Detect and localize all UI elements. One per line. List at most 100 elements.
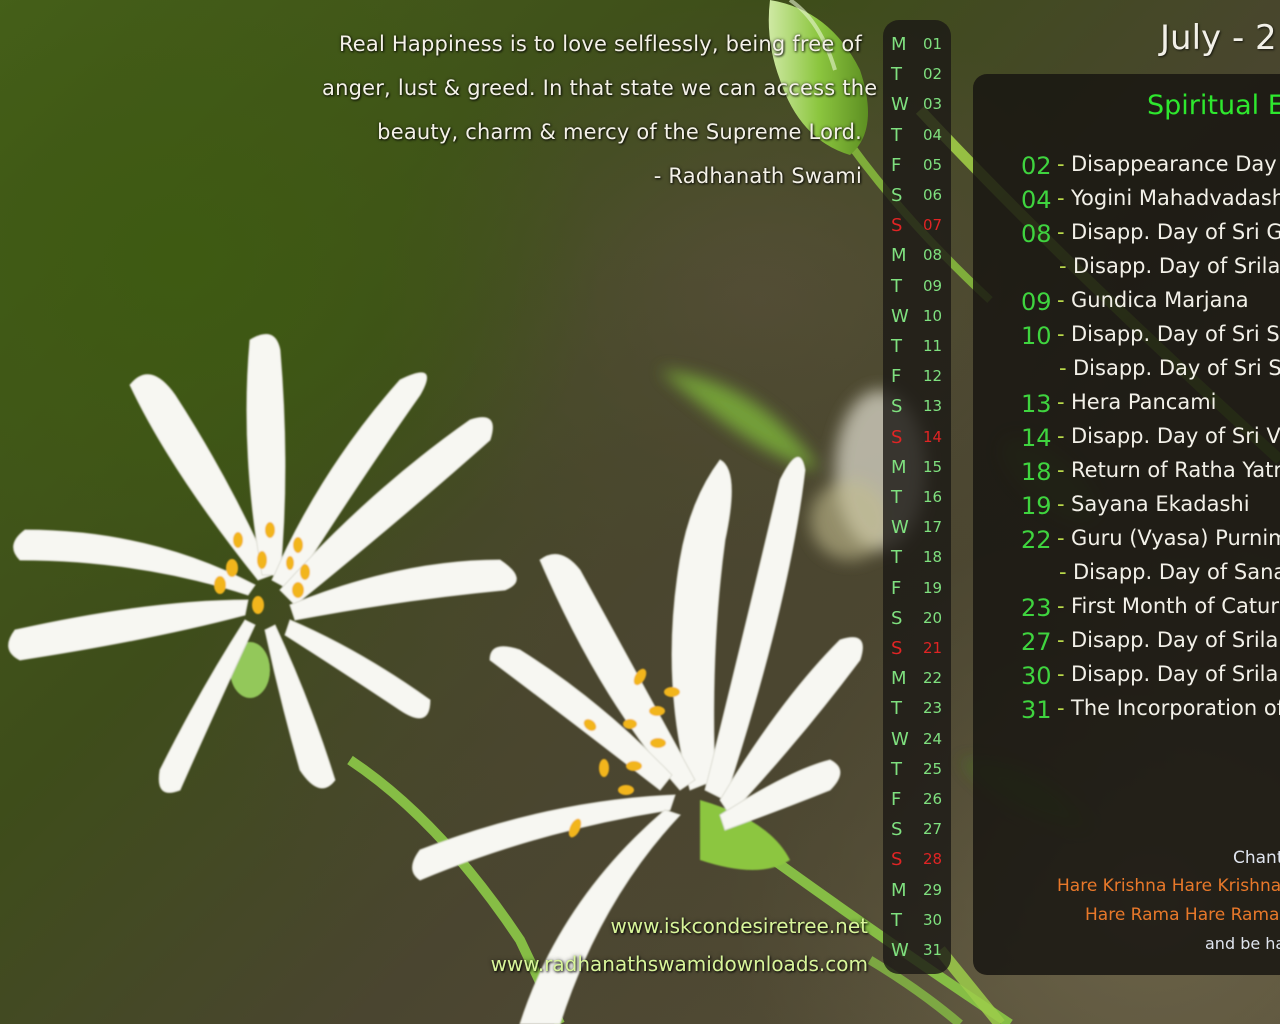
mantra-line-2: Hare Rama Hare Rama Ram <box>1085 905 1280 925</box>
event-item: 04- Yogini Mahadvadashi <box>973 184 1280 218</box>
event-separator: - <box>1057 152 1065 176</box>
day-number: 26 <box>923 790 943 808</box>
event-date: 09 <box>1021 288 1052 316</box>
event-item: 19- Sayana Ekadashi <box>973 490 1280 524</box>
day-row: T 11 <box>883 330 951 360</box>
day-number: 06 <box>923 186 943 204</box>
event-date: 18 <box>1021 458 1052 486</box>
day-number: 15 <box>923 457 943 476</box>
event-name: Disapp. Day of Srila Gop <box>1071 628 1280 652</box>
event-name: Disapp. Day of Srila Lok <box>1071 662 1280 686</box>
weekday-letter: W <box>891 305 909 327</box>
event-date: 27 <box>1021 628 1052 656</box>
event-separator: - <box>1057 424 1065 448</box>
day-number: 05 <box>923 155 943 174</box>
day-row: F 05 <box>883 149 951 179</box>
day-number: 07 <box>923 216 943 235</box>
day-number: 08 <box>923 246 943 265</box>
event-item: 27-Disapp. Day of Srila Gop <box>973 626 1280 660</box>
event-item: 08-Disapp. Day of Sri Gada <box>973 218 1280 252</box>
event-item: 31-The Incorporation of ISK <box>973 694 1280 728</box>
website-link-radhanathswamidownloads: www.radhanathswamidownloads.com <box>490 952 868 976</box>
day-number: 16 <box>923 488 943 506</box>
right-flower <box>412 456 863 1024</box>
event-item: 22- Guru (Vyasa) Purnima <box>973 524 1280 558</box>
weekday-letter: T <box>891 336 902 357</box>
event-separator: - <box>1057 220 1065 244</box>
day-row: W 31 <box>883 934 951 964</box>
event-date: 13 <box>1021 390 1052 418</box>
weekday-letter: S <box>891 426 903 448</box>
event-name: Disapp. Day of Sri Gada <box>1071 220 1280 244</box>
weekday-letter: S <box>891 396 903 418</box>
event-separator: - <box>1057 492 1065 516</box>
day-number: 22 <box>923 669 943 688</box>
chant-footer: and be hap <box>1205 934 1280 953</box>
month-title: July - 2 <box>1160 18 1277 58</box>
weekday-letter: M <box>891 245 907 267</box>
day-row: S 07 <box>883 209 951 239</box>
event-name: Return of Ratha Yatra <box>1071 458 1280 482</box>
event-separator: - <box>1057 594 1065 618</box>
day-row: T 04 <box>883 119 951 149</box>
event-item: 30-Disapp. Day of Srila Lok <box>973 660 1280 694</box>
weekday-letter: S <box>891 849 903 871</box>
day-number: 09 <box>923 276 943 295</box>
event-name: Disapp. Day of Srila Bha <box>1073 254 1280 278</box>
day-number: 14 <box>923 427 943 446</box>
day-row: T 02 <box>883 58 951 88</box>
left-flower <box>8 333 517 793</box>
quote-author: - Radhanath Swami <box>653 164 862 188</box>
event-date: 23 <box>1021 594 1052 622</box>
day-number: 27 <box>923 820 943 839</box>
events-list: 02-Disappearance Day of Sr04-Yogini Maha… <box>973 150 1280 728</box>
event-separator: - <box>1059 356 1067 380</box>
day-row: T 09 <box>883 270 951 300</box>
weekday-letter: T <box>891 64 902 86</box>
day-row: W 24 <box>883 723 951 753</box>
event-separator: - <box>1057 696 1065 720</box>
event-separator: - <box>1057 390 1065 414</box>
quote-line: beauty, charm & mercy of the Supreme Lor… <box>377 120 862 144</box>
day-number: 11 <box>923 337 943 355</box>
weekday-letter: T <box>891 275 902 297</box>
day-row: T 30 <box>883 904 951 934</box>
day-number: 30 <box>923 910 943 929</box>
day-row: M 08 <box>883 239 951 269</box>
day-row: M 29 <box>883 874 951 904</box>
event-item: 13- Hera Pancami <box>973 388 1280 422</box>
weekday-letter: T <box>891 124 902 146</box>
day-number: 25 <box>923 759 943 778</box>
weekday-letter: T <box>891 487 902 508</box>
event-separator: - <box>1059 254 1067 278</box>
weekday-letter: S <box>891 819 903 841</box>
day-number: 21 <box>923 639 943 657</box>
day-number: 04 <box>923 125 943 144</box>
weekday-letter: S <box>891 215 903 237</box>
day-row: T 18 <box>883 541 951 571</box>
events-panel: Spiritual E 02-Disappearance Day of Sr04… <box>973 74 1280 975</box>
event-separator: - <box>1057 322 1065 346</box>
event-name: Gundica Marjana <box>1071 288 1249 312</box>
event-name: Hera Pancami <box>1071 390 1217 414</box>
event-item: 23-First Month of Caturma <box>973 592 1280 626</box>
day-row: F 19 <box>883 572 951 602</box>
event-item: -Disapp. Day of Sanatana <box>973 558 1280 592</box>
day-row: T 23 <box>883 692 951 722</box>
day-row: S 06 <box>883 179 951 209</box>
weekday-letter: M <box>891 34 907 55</box>
weekday-letter: W <box>891 728 909 750</box>
event-name: Yogini Mahadvadashi <box>1071 186 1280 210</box>
event-separator: - <box>1057 662 1065 686</box>
day-row: W 10 <box>883 300 951 330</box>
day-number: 12 <box>923 367 943 386</box>
day-row: S 14 <box>883 421 951 451</box>
event-name: Guru (Vyasa) Purnima <box>1071 526 1280 550</box>
day-number: 24 <box>923 729 943 748</box>
day-strip: M 01 T 02 W 03 T 04 F 05 S 06 S 07 M 08 T 09 W 10 T 11 F 12 S 13 S… <box>883 20 951 974</box>
day-number: 31 <box>923 941 943 959</box>
event-date: 14 <box>1021 424 1052 452</box>
weekday-letter: W <box>891 940 909 961</box>
event-item: 18- Return of Ratha Yatra <box>973 456 1280 490</box>
event-item: -Disapp. Day of Sri Sivan <box>973 354 1280 388</box>
